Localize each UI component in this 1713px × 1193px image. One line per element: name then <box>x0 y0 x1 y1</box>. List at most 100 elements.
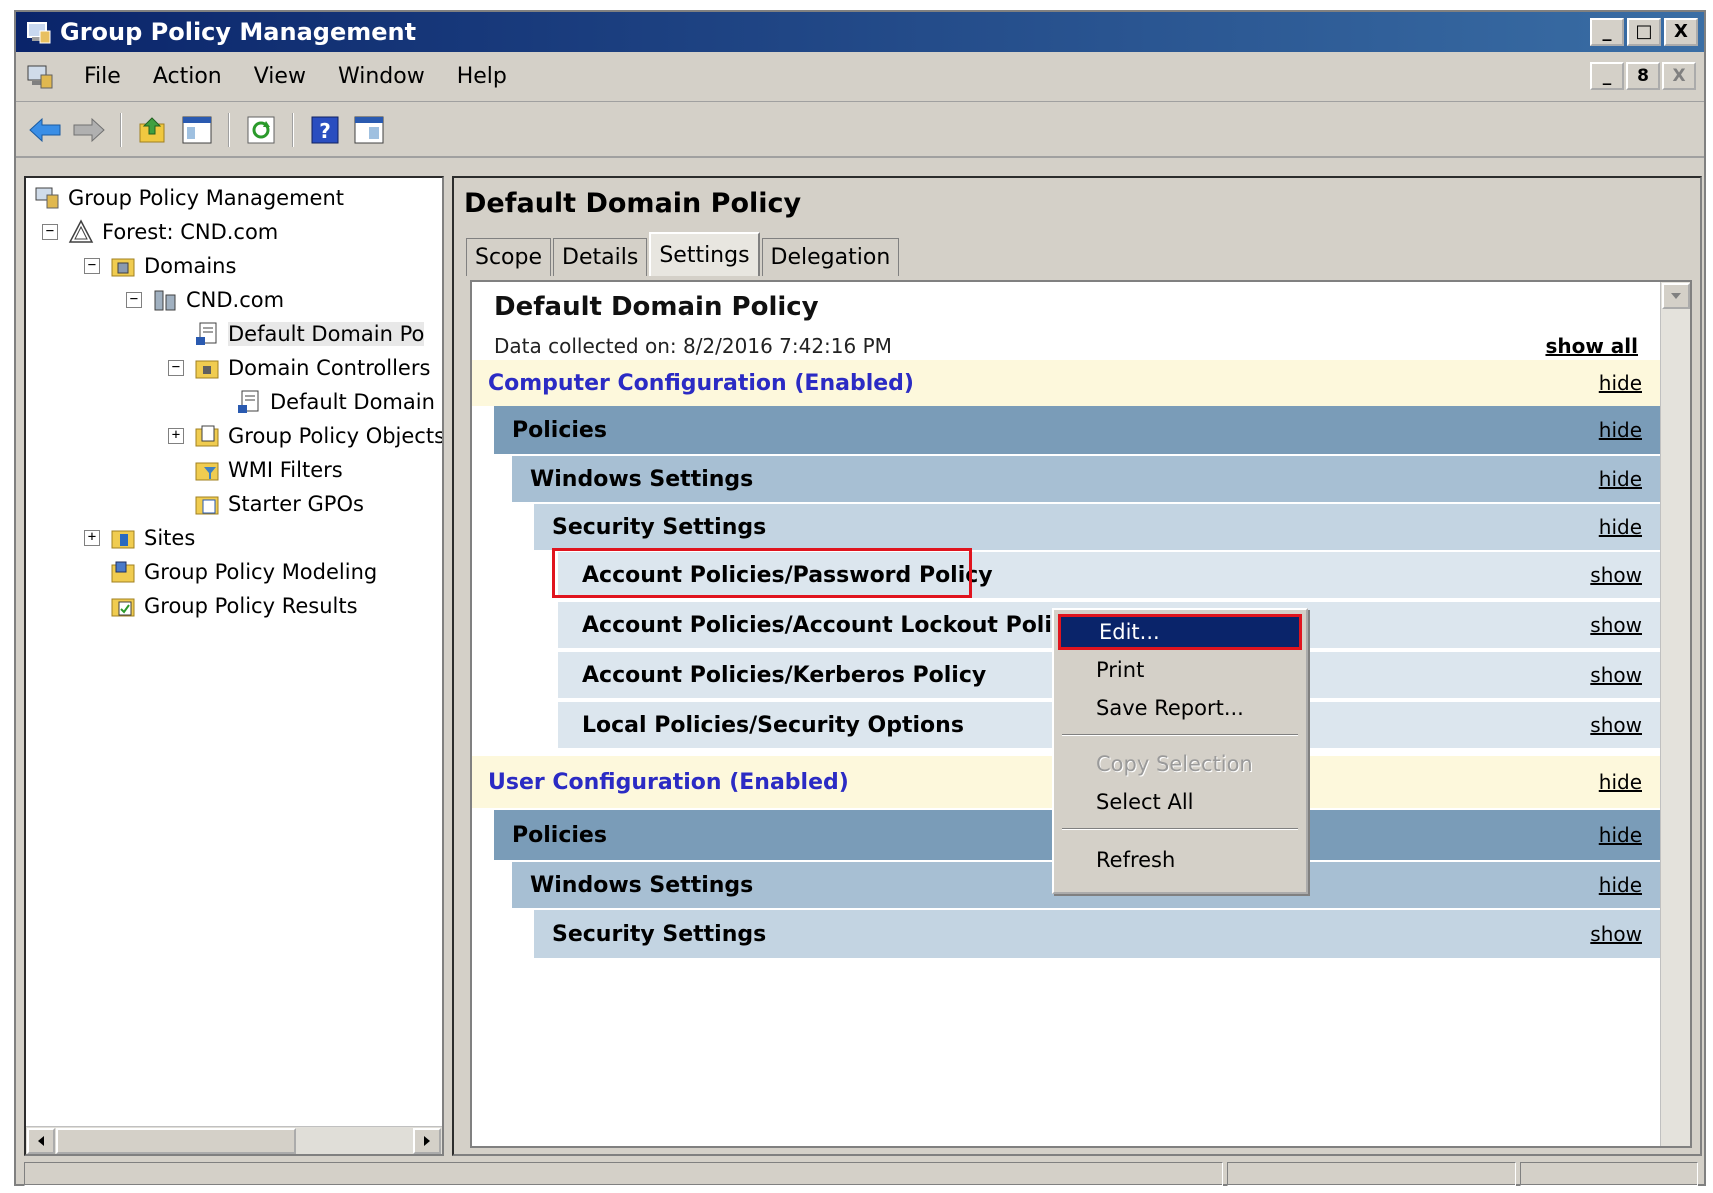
minimize-button[interactable]: _ <box>1590 18 1624 46</box>
back-button[interactable] <box>26 111 64 149</box>
domains-folder-icon <box>111 258 135 277</box>
tree-item-domains[interactable]: − Domains <box>84 250 236 282</box>
collapse-toggle[interactable]: − <box>84 258 100 274</box>
menu-item-edit[interactable]: Edit... <box>1058 614 1302 650</box>
tree-item-domain-cnd[interactable]: − CND.com <box>126 284 284 316</box>
forward-button[interactable] <box>70 111 108 149</box>
caption-buttons: _ □ X <box>1590 18 1698 46</box>
tree-item-default-domain-controllers-policy[interactable]: Default Domain <box>236 386 435 418</box>
menu-item-refresh[interactable]: Refresh <box>1058 842 1302 878</box>
mdi-close-button[interactable]: X <box>1662 62 1696 90</box>
gpo-link-icon <box>196 322 217 345</box>
hide-link[interactable]: hide <box>1599 823 1642 847</box>
toolbar-separator <box>292 113 294 147</box>
tree-item-gp-results[interactable]: Group Policy Results <box>110 590 358 622</box>
menu-help[interactable]: Help <box>441 64 523 89</box>
tree-item-starter-gpos[interactable]: Starter GPOs <box>194 488 364 520</box>
scroll-down-button[interactable] <box>1662 283 1690 309</box>
policy-row-password-policy[interactable]: Account Policies/Password Policy show <box>558 552 1662 598</box>
tree-item-forest[interactable]: − Forest: CND.com <box>42 216 278 248</box>
show-all-link[interactable]: show all <box>1545 334 1638 358</box>
collapse-toggle[interactable]: − <box>42 224 58 240</box>
mdi-restore-button[interactable]: 8 <box>1626 62 1660 90</box>
forest-icon <box>68 219 94 243</box>
starter-gpo-icon <box>195 496 219 515</box>
expand-toggle[interactable]: + <box>168 428 184 444</box>
refresh-button[interactable] <box>242 111 280 149</box>
menu-item-select-all[interactable]: Select All <box>1058 784 1302 820</box>
report-vertical-scrollbar[interactable] <box>1660 282 1690 1146</box>
hide-link[interactable]: hide <box>1599 515 1642 539</box>
help-button[interactable]: ? <box>306 111 344 149</box>
tree-item-default-domain-policy[interactable]: Default Domain Po <box>194 318 425 350</box>
hide-link[interactable]: hide <box>1599 467 1642 491</box>
section-label: Windows Settings <box>530 466 754 492</box>
section-label: Policies <box>512 417 607 443</box>
menu-item-print[interactable]: Print <box>1058 652 1302 688</box>
close-button[interactable]: X <box>1664 18 1698 46</box>
scroll-left-button[interactable] <box>27 1128 55 1154</box>
modeling-icon <box>111 561 135 583</box>
tree-item-sites[interactable]: + Sites <box>84 522 195 554</box>
collapse-toggle[interactable]: − <box>168 360 184 376</box>
svg-text:?: ? <box>319 119 331 143</box>
section-label: Local Policies/Security Options <box>582 712 964 738</box>
tree-label: CND.com <box>186 288 285 312</box>
tree-item-wmi-filters[interactable]: WMI Filters <box>194 454 343 486</box>
show-hide-tree-button[interactable] <box>178 111 216 149</box>
mdi-minimize-button[interactable]: _ <box>1590 62 1624 90</box>
computer-windows-settings-header: Windows Settings hide <box>512 456 1662 502</box>
menu-item-save-report[interactable]: Save Report... <box>1058 690 1302 726</box>
tree-item-group-policy-objects[interactable]: + Group Policy Objects <box>168 420 442 452</box>
tree-label: Starter GPOs <box>228 492 364 516</box>
show-link[interactable]: show <box>1590 713 1642 737</box>
section-label: Security Settings <box>552 921 767 947</box>
hide-link[interactable]: hide <box>1599 371 1642 395</box>
tree-item-gp-modeling[interactable]: Group Policy Modeling <box>110 556 377 588</box>
status-panel-main <box>24 1162 1223 1186</box>
tab-settings[interactable]: Settings <box>649 232 760 276</box>
maximize-button[interactable]: □ <box>1627 18 1661 46</box>
sites-icon <box>111 530 135 549</box>
tab-scope[interactable]: Scope <box>466 238 552 276</box>
mdi-buttons: _ 8 X <box>1590 62 1696 90</box>
tree-label: Default Domain Po <box>228 322 425 346</box>
up-level-button[interactable] <box>134 111 172 149</box>
status-panel-tertiary <box>1520 1162 1698 1186</box>
tab-details[interactable]: Details <box>553 238 648 276</box>
hide-link[interactable]: hide <box>1599 873 1642 897</box>
console-view-button[interactable] <box>350 111 388 149</box>
show-link[interactable]: show <box>1590 563 1642 587</box>
collapse-toggle[interactable]: − <box>126 292 142 308</box>
show-link[interactable]: show <box>1590 613 1642 637</box>
tree-item-gpm-root[interactable]: Group Policy Management <box>34 182 344 214</box>
scroll-thumb[interactable] <box>56 1128 296 1154</box>
console-tree[interactable]: Group Policy Management − Forest: CND.co… <box>24 176 444 1156</box>
menu-item-copy-selection: Copy Selection <box>1096 752 1253 776</box>
tree-horizontal-scrollbar[interactable] <box>26 1126 442 1154</box>
hide-link[interactable]: hide <box>1599 770 1642 794</box>
forward-arrow-icon <box>73 117 105 143</box>
tree-label: Domain Controllers <box>228 356 431 380</box>
refresh-icon <box>247 116 275 144</box>
menu-window[interactable]: Window <box>322 64 441 89</box>
show-link[interactable]: show <box>1590 922 1642 946</box>
scroll-right-button[interactable] <box>413 1128 441 1154</box>
tree-item-domain-controllers[interactable]: − Domain Controllers <box>168 352 430 384</box>
menu-view[interactable]: View <box>238 64 322 89</box>
section-label: Account Policies/Account Lockout Policy <box>582 612 1080 638</box>
show-link[interactable]: show <box>1590 663 1642 687</box>
status-panel-secondary <box>1226 1162 1517 1186</box>
console-icon[interactable] <box>26 63 54 91</box>
menu-action[interactable]: Action <box>137 64 238 89</box>
tree-label: Default Domain <box>270 390 435 414</box>
title-bar[interactable]: Group Policy Management _ □ X <box>16 12 1704 52</box>
up-folder-icon <box>139 117 165 143</box>
toolbar: ? <box>16 104 1704 158</box>
tab-delegation[interactable]: Delegation <box>761 238 900 276</box>
wmi-filter-icon <box>195 462 219 481</box>
expand-toggle[interactable]: + <box>84 530 100 546</box>
section-label: Windows Settings <box>530 872 754 898</box>
hide-link[interactable]: hide <box>1599 418 1642 442</box>
menu-file[interactable]: File <box>68 64 137 89</box>
